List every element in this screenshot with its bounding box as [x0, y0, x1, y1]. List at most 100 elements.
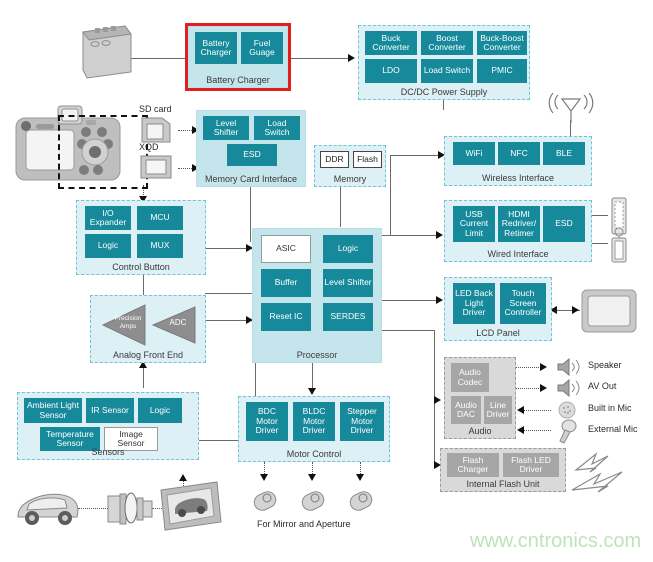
group-processor[interactable]: ASIC Logic Buffer Level Shifter Reset IC…: [252, 228, 382, 363]
connector-wired-to-usba: [592, 215, 608, 216]
arrow-processor-to-wired: [436, 231, 443, 239]
block-diagram-canvas: SD card XQD Speaker AV Out Built in Mic …: [0, 0, 653, 562]
connector-wired-to-usbmicro: [592, 243, 608, 244]
block-mcu[interactable]: MCU: [137, 206, 183, 230]
arrow-lcd-to-display: [572, 306, 579, 314]
connector-battery-to-charger: [130, 58, 186, 59]
arrow-processor-to-motor: [308, 388, 316, 395]
arrow-audio-speaker: [540, 363, 547, 371]
arrow-charger-to-power: [348, 54, 355, 62]
block-buffer[interactable]: Buffer: [261, 269, 311, 297]
block-audio-dac[interactable]: Audio DAC: [451, 396, 481, 424]
group-label-internal-flash-unit: Internal Flash Unit: [466, 479, 540, 489]
block-pmic[interactable]: PMIC: [477, 59, 527, 83]
group-analog-front-end[interactable]: Precision Amps ADC Analog Front End: [90, 295, 206, 363]
av-out-speaker-icon: [556, 378, 582, 398]
block-wifi[interactable]: WiFi: [453, 142, 495, 165]
block-esd-wired[interactable]: ESD: [543, 206, 585, 242]
block-level-shifter-processor[interactable]: Level Shifter: [323, 269, 373, 297]
connector-processor-to-wired: [380, 235, 440, 236]
block-usb-current-limit[interactable]: USB Current Limit: [453, 206, 495, 242]
arrow-motor-3: [356, 474, 364, 481]
connector-afe-to-processor: [205, 293, 255, 294]
group-label-lcd-panel: LCD Panel: [476, 328, 520, 338]
block-hdmi-redriver-retimer[interactable]: HDMI Redriver/ Retimer: [498, 206, 540, 242]
group-wireless-interface[interactable]: WiFi NFC BLE Wireless Interface: [444, 136, 592, 186]
highlight-battery-charger: [185, 23, 291, 91]
motor-icon: [249, 488, 281, 518]
block-adc[interactable]: ADC: [149, 304, 197, 346]
group-label-wireless-interface: Wireless Interface: [481, 173, 555, 183]
block-level-shifter-mci[interactable]: Level Shifter: [203, 116, 249, 140]
connector-power-down: [443, 100, 444, 110]
block-bdc-motor-driver[interactable]: BDC Motor Driver: [246, 402, 288, 441]
flash-lightning-icon: [570, 452, 630, 496]
group-dcdc-power-supply[interactable]: Buck Converter Boost Converter Buck-Boos…: [358, 25, 530, 100]
group-label-memory: Memory: [333, 174, 367, 184]
connector-processor-to-audio-bus: [380, 330, 435, 331]
block-nfc[interactable]: NFC: [498, 142, 540, 165]
connector-processor-to-lcd: [380, 300, 440, 301]
block-ddr[interactable]: DDR: [320, 151, 349, 168]
block-label-precision-amps: Precision Amps: [114, 315, 142, 330]
group-label-power-supply: DC/DC Power Supply: [400, 87, 488, 97]
sd-card-label: SD card: [139, 104, 172, 114]
block-precision-amps[interactable]: Precision Amps: [101, 304, 147, 346]
av-out-label: AV Out: [588, 381, 617, 391]
usb-micro-connector-icon: [608, 226, 630, 264]
arrow-extmic-audio: [517, 426, 524, 434]
arrow-motor-2: [308, 474, 316, 481]
block-buck-boost-converter[interactable]: Buck-Boost Converter: [477, 31, 527, 55]
block-io-expander[interactable]: I/O Expander: [85, 206, 131, 230]
arrow-bus-to-audio: [434, 396, 441, 404]
block-flash-led-driver[interactable]: Flash LED Driver: [503, 453, 559, 477]
group-memory-card-interface[interactable]: Level Shifter Load Switch ESD Memory Car…: [196, 110, 306, 187]
block-serdes[interactable]: SERDES: [323, 303, 373, 331]
block-logic-processor[interactable]: Logic: [323, 235, 373, 263]
block-audio-codec[interactable]: Audio Codec: [451, 363, 489, 392]
group-label-motor-control: Motor Control: [286, 449, 342, 459]
display-panel-icon: [580, 288, 638, 334]
block-ldo[interactable]: LDO: [365, 59, 417, 83]
block-reset-ic[interactable]: Reset IC: [261, 303, 311, 331]
block-load-switch-mci[interactable]: Load Switch: [254, 116, 300, 140]
block-flash-memory[interactable]: Flash: [353, 151, 382, 168]
group-label-control-button: Control Button: [112, 262, 170, 272]
block-logic-control[interactable]: Logic: [85, 234, 131, 258]
group-motor-control[interactable]: BDC Motor Driver BLDC Motor Driver Stepp…: [238, 396, 390, 462]
group-memory[interactable]: DDR Flash Memory: [314, 145, 386, 187]
camera-lens-icon: [106, 486, 156, 530]
block-boost-converter[interactable]: Boost Converter: [421, 31, 473, 55]
block-touch-screen-controller[interactable]: Touch Screen Controller: [500, 283, 546, 324]
car-icon: [15, 486, 81, 530]
connector-car-to-lens: [78, 508, 108, 509]
arrow-audio-avout: [540, 384, 547, 392]
block-ambient-light-sensor[interactable]: Ambient Light Sensor: [24, 398, 82, 423]
built-in-mic-icon: [557, 400, 577, 420]
block-stepper-motor-driver[interactable]: Stepper Motor Driver: [340, 402, 384, 441]
block-ir-sensor[interactable]: IR Sensor: [86, 398, 134, 423]
group-sensors[interactable]: Ambient Light Sensor IR Sensor Logic Tem…: [17, 392, 199, 460]
block-logic-sensors[interactable]: Logic: [138, 398, 182, 423]
block-bldc-motor-driver[interactable]: BLDC Motor Driver: [293, 402, 335, 441]
group-wired-interface[interactable]: USB Current Limit HDMI Redriver/ Retimer…: [444, 200, 592, 262]
group-control-button[interactable]: I/O Expander MCU Logic MUX Control Butto…: [76, 200, 206, 275]
block-buck-converter[interactable]: Buck Converter: [365, 31, 417, 55]
connector-bus-vertical: [390, 155, 391, 235]
connector-extmic-audio: [523, 430, 551, 431]
block-flash-charger[interactable]: Flash Charger: [447, 453, 499, 477]
block-line-driver[interactable]: Line Driver: [484, 396, 512, 424]
built-in-mic-label: Built in Mic: [588, 403, 632, 413]
block-asic[interactable]: ASIC: [261, 235, 311, 263]
group-audio[interactable]: Audio Codec Audio DAC Line Driver Audio: [444, 357, 516, 439]
group-lcd-panel[interactable]: LED Back Light Driver Touch Screen Contr…: [444, 277, 552, 341]
block-mux[interactable]: MUX: [137, 234, 183, 258]
block-esd-mci[interactable]: ESD: [227, 144, 277, 166]
group-internal-flash-unit[interactable]: Flash Charger Flash LED Driver Internal …: [440, 448, 566, 492]
block-load-switch-power[interactable]: Load Switch: [421, 59, 473, 83]
group-label-processor: Processor: [296, 350, 338, 360]
block-label-adc: ADC: [169, 318, 187, 327]
connector-charger-to-power: [290, 58, 350, 59]
block-ble[interactable]: BLE: [543, 142, 585, 165]
block-led-back-light-driver[interactable]: LED Back Light Driver: [453, 283, 495, 324]
